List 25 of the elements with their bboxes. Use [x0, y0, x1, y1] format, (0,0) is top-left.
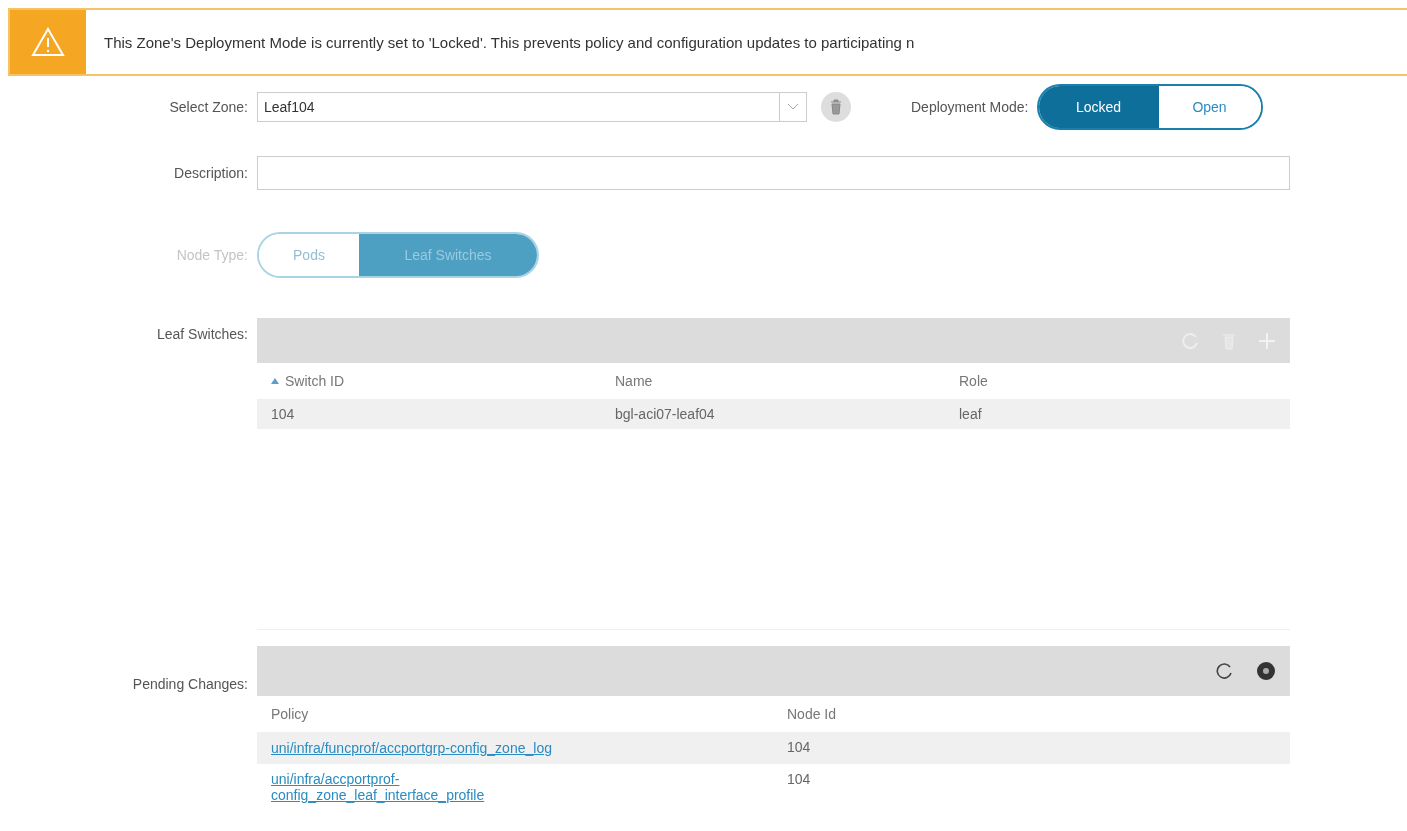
table-cell: 104	[773, 732, 1290, 764]
warning-message: This Zone's Deployment Mode is currently set to 'Locked'. This prevents policy and configuration updates to participating n	[103, 32, 915, 53]
field-label: Select Zone:	[168, 99, 249, 115]
field-label: Description:	[173, 165, 249, 181]
trash-icon[interactable]	[821, 92, 851, 122]
column-header[interactable]: Policy	[257, 696, 773, 732]
warning-icon	[31, 27, 65, 57]
field-label: Deployment Mode:	[911, 99, 1029, 115]
table-cell: leaf	[945, 399, 1290, 429]
description-field[interactable]	[257, 156, 1290, 190]
caret-icon	[787, 103, 799, 111]
field-label: Leaf Switches:	[155, 325, 249, 342]
table-cell: bgl-aci07-leaf04	[601, 399, 945, 429]
field-label: Pending Changes:	[131, 675, 249, 692]
column-header[interactable]: Role	[945, 363, 1290, 399]
zone-select[interactable]: Leaf104	[257, 92, 807, 122]
column-header[interactable]: Switch ID	[257, 363, 601, 399]
policy-link[interactable]: uni/infra/accportprof-config_zone_leaf_interface_profile	[271, 771, 601, 803]
column-header[interactable]: Node Id	[773, 696, 1290, 732]
refresh-icon[interactable]	[1216, 662, 1234, 680]
column-header[interactable]: Name	[601, 363, 945, 399]
field-label: Node Type:	[175, 247, 249, 263]
table-cell-text: 104	[786, 770, 812, 789]
table-cell: 104	[257, 399, 601, 429]
mode-option[interactable]: Locked	[1038, 86, 1159, 128]
